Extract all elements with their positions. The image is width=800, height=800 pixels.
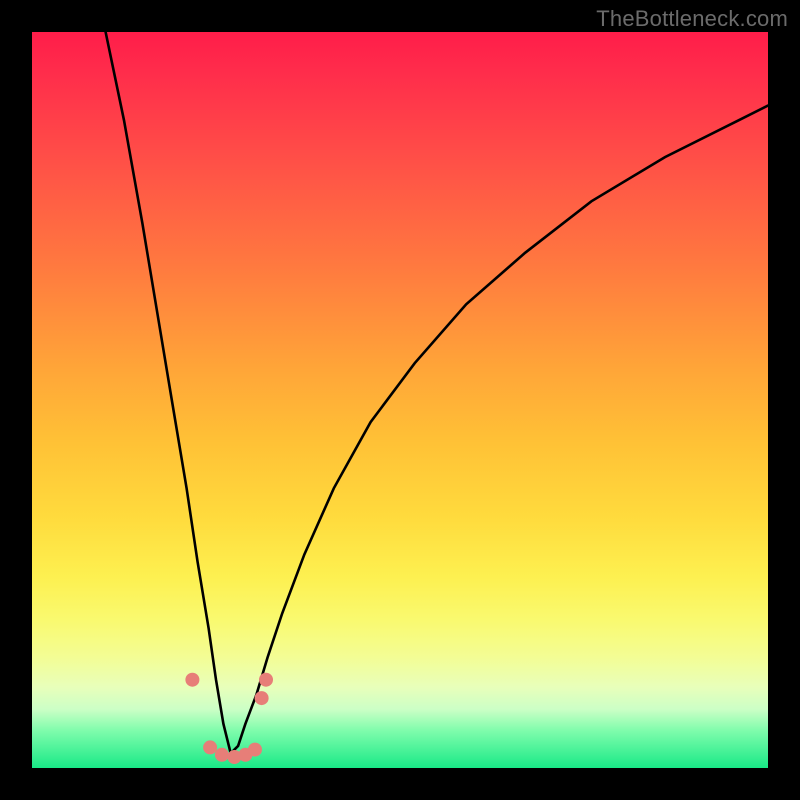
scatter-point — [248, 743, 262, 757]
watermark-text: TheBottleneck.com — [596, 6, 788, 32]
scatter-point — [215, 748, 229, 762]
chart-svg — [32, 32, 768, 768]
plot-area — [32, 32, 768, 768]
bottleneck-curve — [106, 32, 768, 753]
scatter-point — [259, 673, 273, 687]
scatter-point — [203, 740, 217, 754]
chart-frame: TheBottleneck.com — [0, 0, 800, 800]
scatter-point — [185, 673, 199, 687]
scatter-point — [255, 691, 269, 705]
